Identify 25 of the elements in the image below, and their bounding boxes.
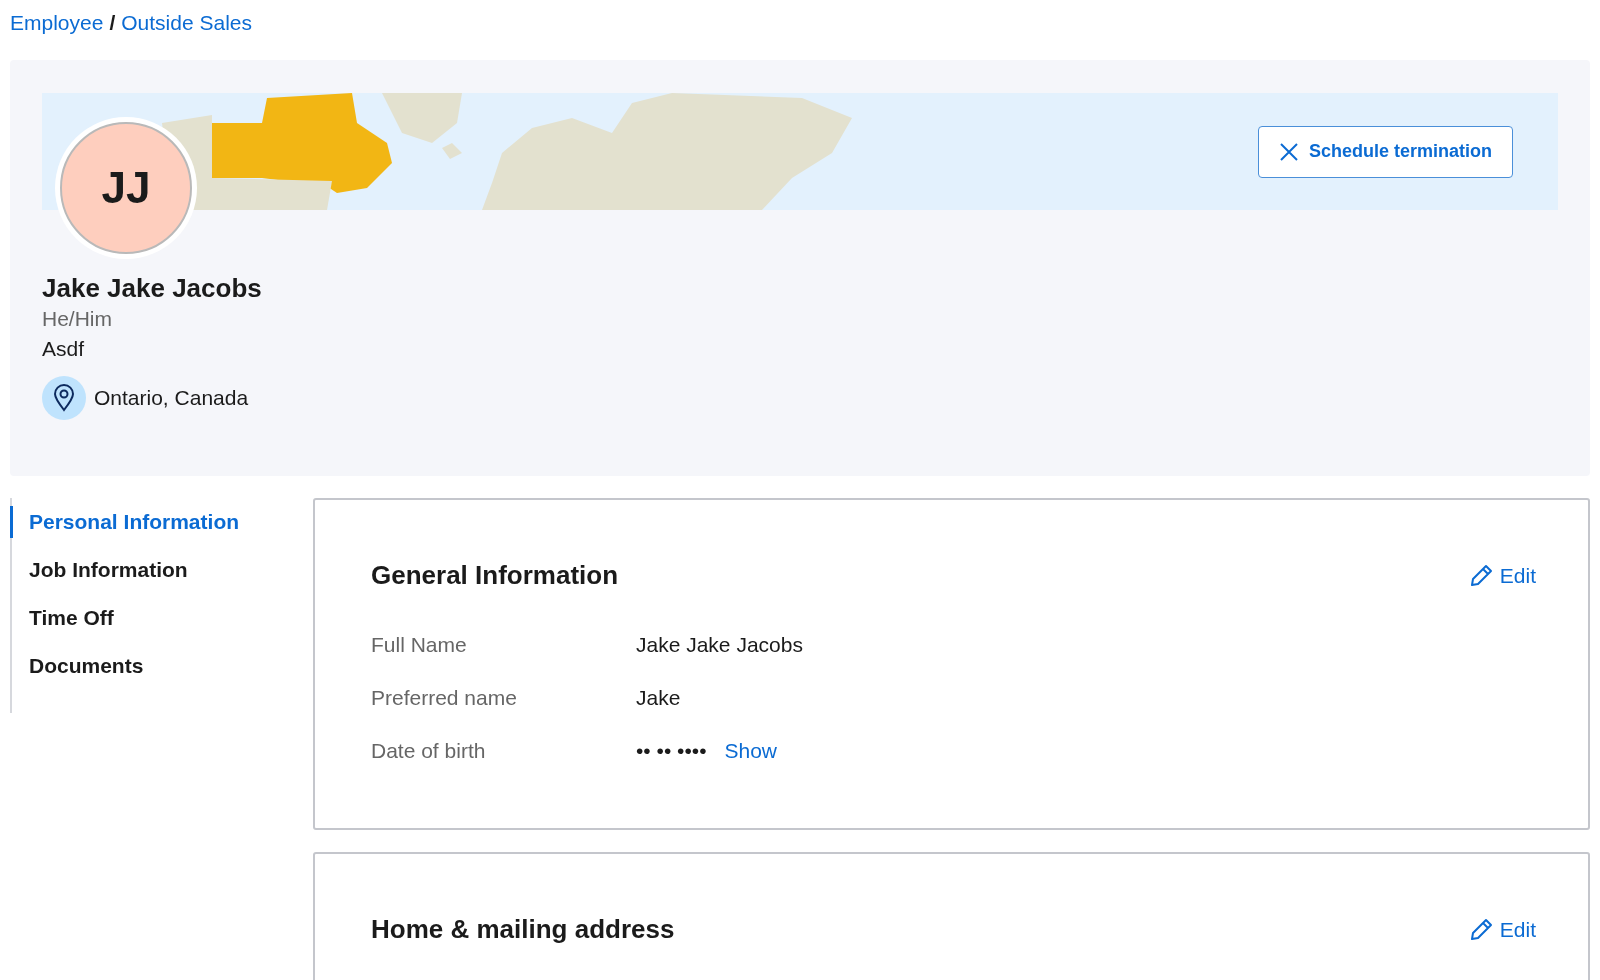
nav-tab[interactable]: Time Off: [10, 602, 301, 634]
close-icon: [1278, 141, 1299, 162]
field-value: Jake: [636, 684, 681, 711]
location-text: Ontario, Canada: [94, 385, 249, 412]
edit-link[interactable]: Edit: [1467, 559, 1536, 592]
section-title: Home & mailing address: [371, 913, 675, 946]
breadcrumb-separator: /: [109, 10, 116, 37]
nav-tab[interactable]: Personal Information: [10, 506, 301, 538]
field-label: Date of birth: [371, 737, 487, 764]
employee-name: Jake Jake Jacobs: [42, 272, 263, 304]
location-pin-icon: [42, 376, 86, 420]
show-link[interactable]: Show: [724, 734, 778, 767]
edit-link[interactable]: Edit: [1467, 913, 1536, 946]
nav-tab[interactable]: Documents: [10, 650, 301, 682]
pronouns: He/Him: [42, 306, 113, 332]
employee-subtitle: Asdf: [42, 336, 86, 362]
field-value: Jake Jake Jacobs: [636, 631, 803, 658]
field-label: Preferred name: [371, 684, 518, 711]
schedule-termination-button[interactable]: Schedule termination: [1257, 125, 1513, 178]
breadcrumb-link[interactable]: Employee: [10, 7, 104, 39]
field-label: Full Name: [371, 631, 468, 658]
breadcrumb-link[interactable]: Outside Sales: [121, 7, 252, 39]
nav-tab[interactable]: Job Information: [10, 554, 301, 586]
section-title: General Information: [371, 559, 619, 592]
field-value: •• •• ••••: [636, 737, 707, 764]
